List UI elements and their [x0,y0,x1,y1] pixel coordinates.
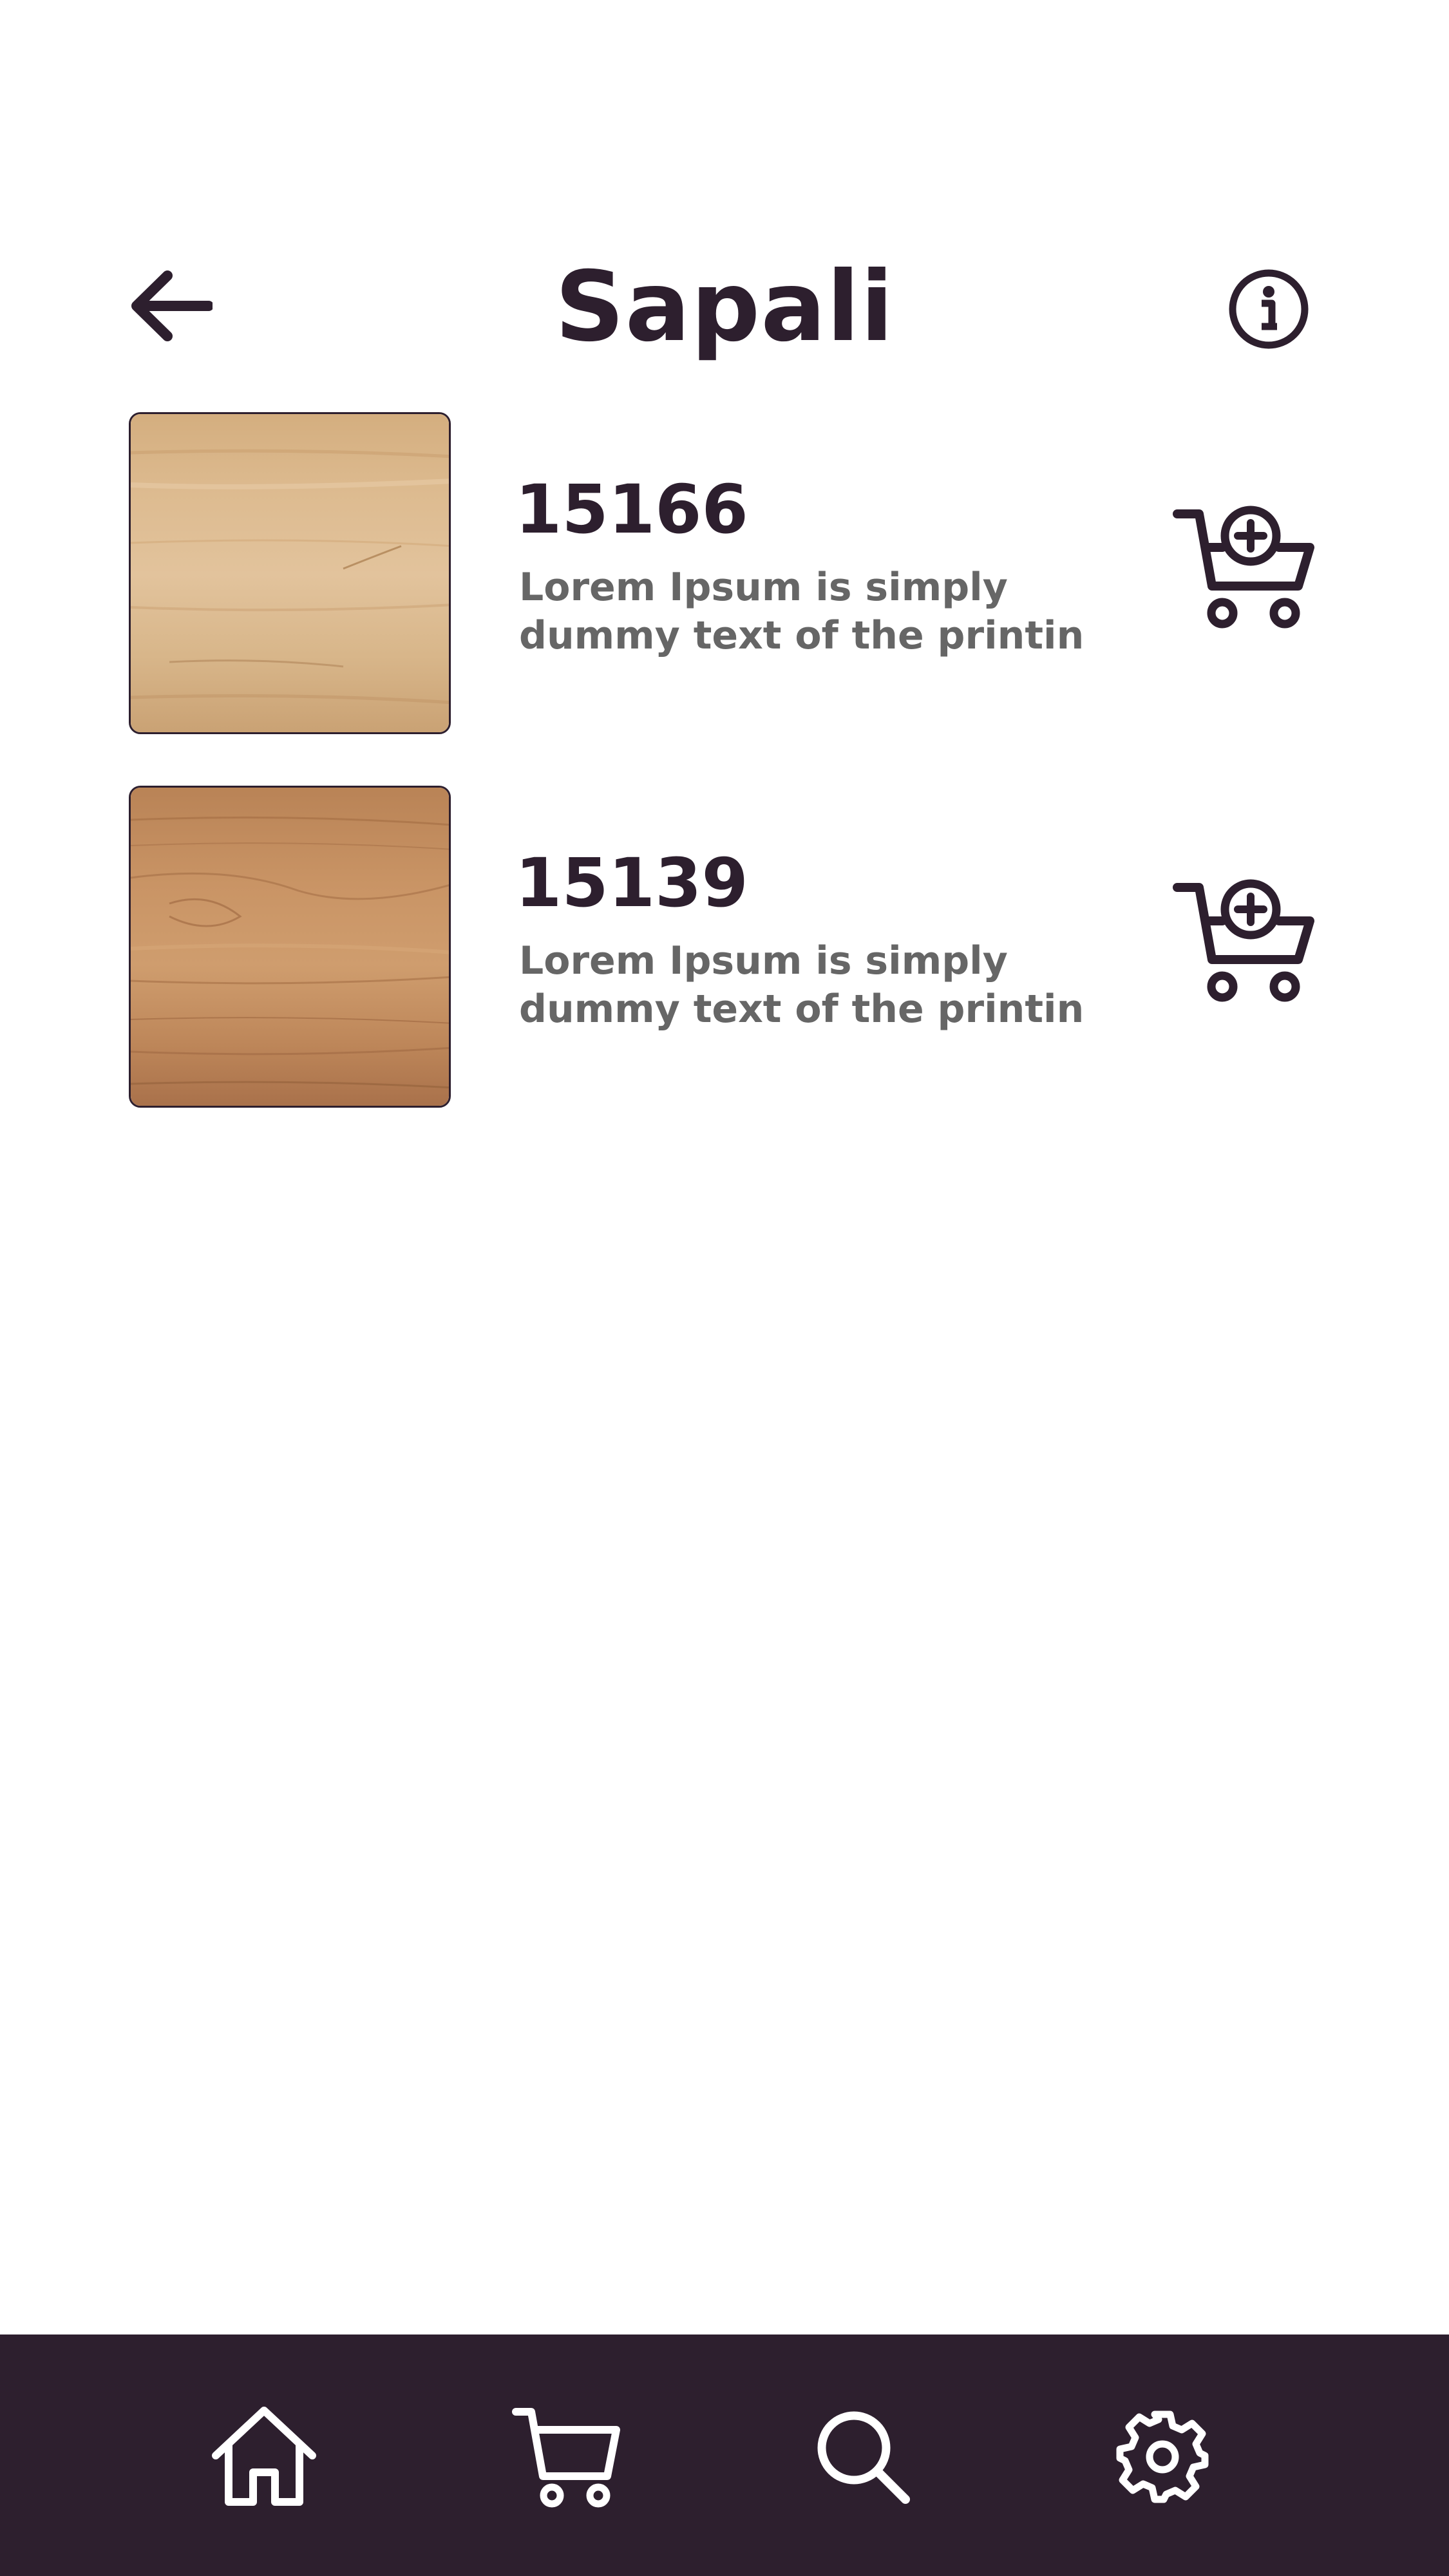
description-line: Lorem Ipsum is simply [519,938,1008,983]
product-swatch-image [129,786,451,1108]
nav-home-button[interactable] [203,2399,325,2515]
product-swatch-image [129,412,451,734]
product-code: 15139 [515,844,748,922]
product-description: Lorem Ipsum is simply dummy text of the … [519,564,1099,660]
cart-add-icon [1173,879,1314,1002]
product-code: 15166 [515,470,748,549]
info-icon [1229,269,1309,349]
description-line: dummy text of the printin [519,987,1084,1032]
app-header: Sapali [0,232,1449,380]
add-to-cart-button[interactable] [1172,876,1320,1011]
product-item[interactable]: 15139 Lorem Ipsum is simply dummy text o… [0,786,1449,1111]
bottom-navigation-bar [0,2334,1449,2576]
description-line: dummy text of the printin [519,613,1084,658]
cart-add-icon [1173,506,1314,629]
nav-search-button[interactable] [802,2399,924,2515]
description-line: Lorem Ipsum is simply [519,565,1008,610]
nav-settings-button[interactable] [1101,2399,1224,2515]
settings-icon [1116,2410,1209,2503]
info-button[interactable] [1224,264,1314,354]
product-description: Lorem Ipsum is simply dummy text of the … [519,937,1099,1034]
add-to-cart-button[interactable] [1172,502,1320,638]
search-icon [817,2411,910,2504]
cart-icon [511,2408,620,2508]
home-icon [212,2407,316,2506]
nav-cart-button[interactable] [506,2399,628,2515]
product-item[interactable]: 15166 Lorem Ipsum is simply dummy text o… [0,412,1449,737]
